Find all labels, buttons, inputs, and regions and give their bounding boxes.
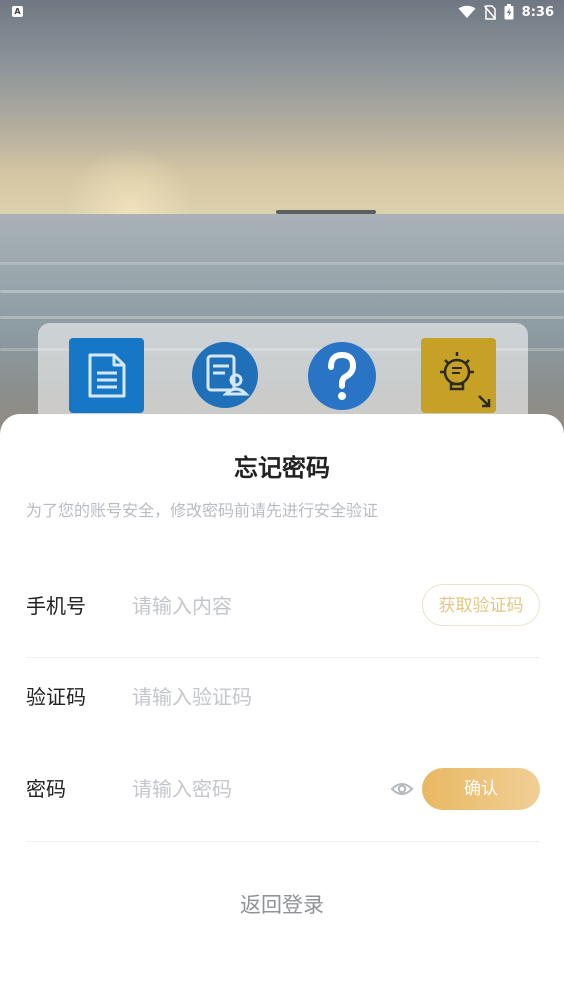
password-input[interactable] bbox=[132, 768, 392, 810]
notification-a-icon: A bbox=[12, 6, 23, 17]
code-label: 验证码 bbox=[26, 685, 86, 709]
shortcut-help[interactable] bbox=[308, 342, 376, 410]
password-label: 密码 bbox=[26, 777, 66, 801]
code-row: 验证码 bbox=[26, 662, 540, 732]
sheet-subtitle: 为了您的账号安全，修改密码前请先进行安全验证 bbox=[26, 501, 379, 520]
certificate-user-icon bbox=[206, 354, 250, 396]
phone-row: 手机号 获取验证码 bbox=[26, 571, 540, 641]
sheet-title: 忘记密码 bbox=[234, 454, 330, 482]
status-bar: A 8:36 bbox=[0, 0, 564, 24]
status-time: 8:36 bbox=[521, 4, 554, 20]
no-sim-icon bbox=[483, 4, 496, 20]
phone-label: 手机号 bbox=[26, 594, 86, 618]
divider bbox=[26, 841, 540, 842]
eye-icon[interactable] bbox=[390, 778, 414, 800]
wifi-icon bbox=[458, 5, 476, 19]
background-island bbox=[276, 210, 376, 214]
forgot-password-screen: A 8:36 忘记密码 为了您的账号安全，修改密码前请先进行安全验证 手机号 请… bbox=[0, 0, 564, 1002]
status-bar-right: 8:36 bbox=[458, 3, 554, 21]
background-wave bbox=[0, 290, 564, 293]
lightbulb-idea-icon bbox=[440, 352, 491, 408]
background-wave bbox=[0, 316, 564, 319]
back-to-login-link[interactable]: 返回登录 bbox=[0, 889, 564, 919]
code-input[interactable] bbox=[132, 676, 392, 718]
phone-input[interactable] bbox=[132, 585, 392, 627]
forgot-password-sheet: 忘记密码 为了您的账号安全，修改密码前请先进行安全验证 手机号 获取验证码 验证… bbox=[0, 414, 564, 1002]
shortcut-certificate[interactable] bbox=[192, 342, 258, 408]
background-wave bbox=[0, 262, 564, 265]
help-question-icon bbox=[328, 351, 357, 400]
document-icon bbox=[88, 353, 126, 398]
shortcut-document[interactable] bbox=[69, 338, 144, 413]
shortcut-idea[interactable] bbox=[421, 338, 496, 413]
password-row: 密码 确认 bbox=[26, 754, 540, 824]
divider bbox=[26, 657, 540, 658]
battery-charging-icon bbox=[504, 4, 514, 20]
confirm-button[interactable]: 确认 bbox=[422, 768, 540, 810]
get-code-button[interactable]: 获取验证码 bbox=[422, 584, 540, 626]
